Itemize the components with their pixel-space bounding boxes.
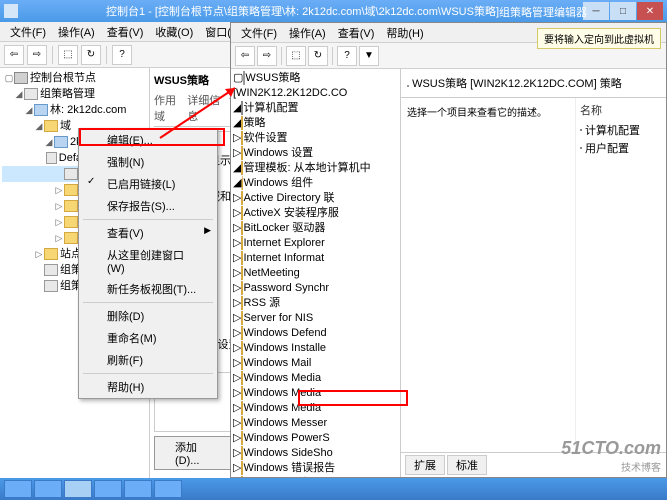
gpe-tree-item[interactable]: ▷Windows Media	[233, 401, 398, 416]
details-header: WSUS策略	[154, 72, 240, 88]
menu-file[interactable]: 文件(F)	[4, 24, 52, 40]
taskbar	[0, 478, 667, 500]
taskbar-item[interactable]	[124, 480, 152, 498]
gpe-tree-wincomp[interactable]: ◢Windows 组件	[233, 176, 398, 191]
gpe-right-pane: WSUS策略 [WIN2K12.2K12DC.COM] 策略 选择一个项目来查看…	[401, 69, 666, 477]
gpe-tree-root[interactable]: ▢WSUS策略 [WIN2K12.2K12DC.CO	[233, 71, 398, 101]
gpe-tree-item[interactable]: ▷Windows Media	[233, 371, 398, 386]
gpe-tree-item[interactable]: ▷Windows Media	[233, 386, 398, 401]
back-button[interactable]: ⇦	[4, 45, 24, 65]
gpe-tree-item[interactable]: ▷RSS 源	[233, 296, 398, 311]
ctx-view[interactable]: 查看(V)▶	[79, 222, 217, 244]
gpe-right-title: WSUS策略 [WIN2K12.2K12DC.COM] 策略	[401, 69, 666, 98]
gpe-item-comp[interactable]: 计算机配置	[580, 122, 662, 138]
window-buttons: ─ □ ✕	[583, 2, 663, 20]
gpe-back-button[interactable]: ⇦	[235, 46, 255, 66]
gpe-menu-action[interactable]: 操作(A)	[283, 25, 332, 41]
gpe-col-name: 名称	[580, 102, 662, 118]
ctx-refresh[interactable]: 刷新(F)	[79, 349, 217, 371]
gpe-tree-item[interactable]: ▷Windows 更新	[233, 476, 398, 477]
ctx-save[interactable]: 保存报告(S)...	[79, 195, 217, 217]
ctx-newtask[interactable]: 新任务板视图(T)...	[79, 278, 217, 300]
gpe-menu-view[interactable]: 查看(V)	[332, 25, 381, 41]
tree-root[interactable]: ▢控制台根节点	[2, 70, 147, 86]
gpe-tree-item[interactable]: ▷NetMeeting	[233, 266, 398, 281]
gpe-tree-admin[interactable]: ◢管理模板: 从本地计算机中	[233, 161, 398, 176]
gpe-tree-item[interactable]: ▷Internet Informat	[233, 251, 398, 266]
gpe-list-button[interactable]: ⬚	[286, 46, 306, 66]
tree-gpm[interactable]: ◢组策略管理	[2, 86, 147, 102]
ctx-enabled[interactable]: ✓已启用链接(L)	[79, 173, 217, 195]
overlay-title: 组策略管理编辑器	[499, 4, 587, 20]
gpe-tree-item[interactable]: ▷Server for NIS	[233, 311, 398, 326]
ctx-force[interactable]: 强制(N)	[79, 151, 217, 173]
gpe-item-user[interactable]: 用户配置	[580, 140, 662, 156]
tab-scope[interactable]: 作用域	[154, 92, 179, 124]
menu-action[interactable]: 操作(A)	[52, 24, 101, 40]
gpe-tree-soft[interactable]: ▷软件设置	[233, 131, 398, 146]
add-button[interactable]: 添加(D)...	[154, 436, 240, 470]
forward-button[interactable]: ⇨	[27, 45, 47, 65]
tree-forest[interactable]: ◢林: 2k12dc.com	[2, 102, 147, 118]
ctx-delete[interactable]: 删除(D)	[79, 305, 217, 327]
gpe-tree-item[interactable]: ▷Internet Explorer	[233, 236, 398, 251]
gpe-menu-file[interactable]: 文件(F)	[235, 25, 283, 41]
menu-favorites[interactable]: 收藏(O)	[149, 24, 199, 40]
ctx-help[interactable]: 帮助(H)	[79, 376, 217, 398]
gpe-tree-item[interactable]: ▷BitLocker 驱动器	[233, 221, 398, 236]
taskbar-item[interactable]	[34, 480, 62, 498]
ctx-newwin[interactable]: 从这里创建窗口(W)	[79, 244, 217, 278]
ctx-edit[interactable]: 编辑(E)...	[79, 129, 217, 151]
taskbar-item[interactable]	[154, 480, 182, 498]
gpe-tree-item[interactable]: ▷Windows SideSho	[233, 446, 398, 461]
taskbar-item[interactable]	[94, 480, 122, 498]
gpe-help-button[interactable]: ?	[337, 46, 357, 66]
taskbar-item[interactable]	[4, 480, 32, 498]
gpe-tree-item[interactable]: ▷Windows Messer	[233, 416, 398, 431]
close-button[interactable]: ✕	[637, 2, 663, 20]
gpe-tree-item[interactable]: ▷ActiveX 安装程序服	[233, 206, 398, 221]
maximize-button[interactable]: □	[610, 2, 636, 20]
menu-view[interactable]: 查看(V)	[101, 24, 150, 40]
gpe-tree-item[interactable]: ▷Active Directory 联	[233, 191, 398, 206]
tab-details[interactable]: 详细信息	[187, 92, 221, 124]
gpe-menu-help[interactable]: 帮助(H)	[380, 25, 429, 41]
tooltip: 要将输入定向到此虚拟机	[537, 28, 661, 49]
gpe-description: 选择一个项目来查看它的描述。	[401, 98, 576, 452]
gpe-filter-button[interactable]: ▼	[359, 46, 379, 66]
refresh-button[interactable]: ↻	[81, 45, 101, 65]
watermark: 51CTO.com 技术博客	[561, 438, 661, 474]
gpe-tree-item[interactable]: ▷Password Synchr	[233, 281, 398, 296]
gpe-tree: ▢WSUS策略 [WIN2K12.2K12DC.CO ◢计算机配置 ◢策略 ▷软…	[231, 69, 401, 477]
gp-editor-window: 文件(F) 操作(A) 查看(V) 帮助(H) ⇦ ⇨ ⬚ ↻ ? ▼ ▢WSU…	[230, 22, 667, 478]
up-button[interactable]: ⬚	[58, 45, 78, 65]
gpe-tree-item[interactable]: ▷Windows Mail	[233, 356, 398, 371]
ctx-rename[interactable]: 重命名(M)	[79, 327, 217, 349]
gpe-tree-win[interactable]: ▷Windows 设置	[233, 146, 398, 161]
app-icon	[4, 4, 18, 18]
gpe-tab-ext[interactable]: 扩展	[405, 455, 445, 475]
gpe-tree-item[interactable]: ▷Windows 错误报告	[233, 461, 398, 476]
gpe-tree-item[interactable]: ▷Windows Installe	[233, 341, 398, 356]
help-button[interactable]: ?	[112, 45, 132, 65]
gpe-refresh-button[interactable]: ↻	[308, 46, 328, 66]
gpe-tree-item[interactable]: ▷Windows PowerS	[233, 431, 398, 446]
gpe-fwd-button[interactable]: ⇨	[257, 46, 277, 66]
gpe-tree-item[interactable]: ▷Windows Defend	[233, 326, 398, 341]
gpe-tree-policy[interactable]: ◢策略	[233, 116, 398, 131]
gpe-tab-std[interactable]: 标准	[447, 455, 487, 475]
taskbar-item[interactable]	[64, 480, 92, 498]
gpe-tree-comp[interactable]: ◢计算机配置	[233, 101, 398, 116]
context-menu: 编辑(E)... 强制(N) ✓已启用链接(L) 保存报告(S)... 查看(V…	[78, 128, 218, 399]
